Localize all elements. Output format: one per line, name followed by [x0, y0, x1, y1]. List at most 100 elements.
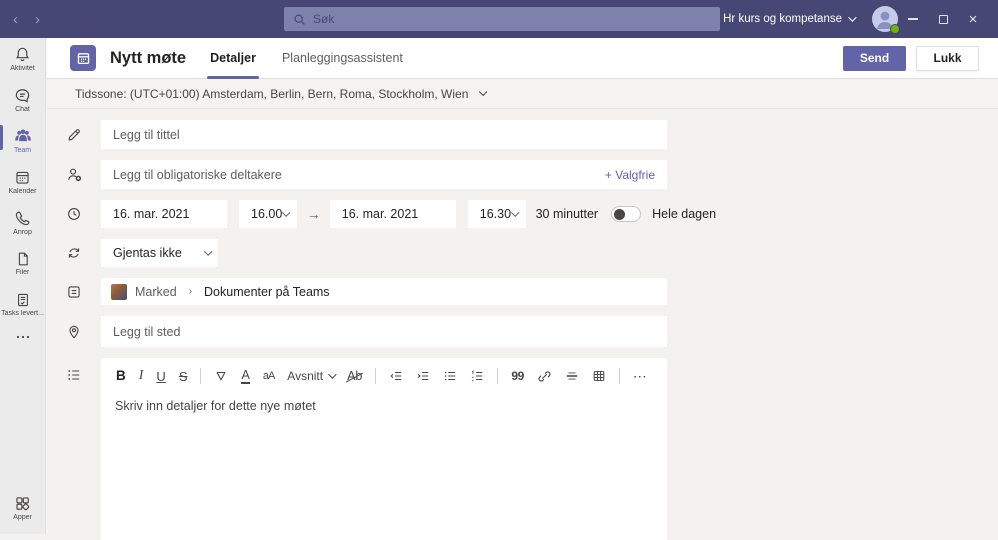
numbered-list-button[interactable]	[470, 369, 484, 383]
toggle-knob	[614, 208, 626, 220]
outdent-button[interactable]	[389, 369, 403, 383]
strikethrough-button[interactable]: S	[179, 370, 188, 383]
chat-bubble-icon	[15, 88, 30, 103]
outdent-icon	[390, 371, 402, 381]
send-button[interactable]: Send	[843, 45, 906, 71]
sidebar-item-teams[interactable]: Team	[0, 120, 46, 161]
minimize-button[interactable]	[898, 0, 928, 38]
minimize-icon	[908, 18, 918, 20]
clock-icon	[47, 200, 101, 228]
optional-attendees-link[interactable]: + Valgfrie	[605, 168, 667, 182]
sidebar-item-label: Anrop	[13, 228, 32, 236]
forward-icon[interactable]: ›	[35, 11, 40, 28]
description-placeholder[interactable]: Skriv inn detaljer for dette nye møtet	[101, 390, 667, 422]
timezone-selector[interactable]: Tidssone: (UTC+01:00) Amsterdam, Berlin,…	[47, 79, 998, 109]
sidebar-item-calls[interactable]: Anrop	[0, 202, 46, 243]
insert-table-button[interactable]	[592, 369, 606, 383]
italic-button[interactable]: I	[139, 369, 144, 383]
apps-grid-icon	[16, 496, 30, 510]
agenda-list-icon	[47, 358, 101, 383]
indent-button[interactable]	[416, 369, 430, 383]
sidebar-more-button[interactable]	[0, 325, 46, 349]
team-avatar	[111, 283, 127, 300]
highlighter-icon	[217, 371, 226, 381]
toolbar-divider	[497, 368, 499, 384]
tab-details[interactable]: Detaljer	[207, 38, 259, 79]
chevron-down-icon	[848, 13, 857, 22]
end-time-select[interactable]: 16.30	[467, 200, 526, 228]
arrow-right-icon: →	[306, 206, 321, 222]
link-button[interactable]	[537, 369, 552, 384]
sidebar-item-label: Aktivitet	[10, 64, 35, 72]
add-person-icon	[47, 160, 101, 189]
bullet-list-icon	[445, 371, 456, 381]
page-title: Nytt møte	[110, 48, 187, 67]
user-avatar[interactable]	[872, 6, 900, 34]
font-color-button[interactable]: A	[241, 368, 250, 384]
channel-row: Marked › Dokumenter på Teams	[47, 278, 998, 305]
people-icon	[14, 129, 31, 142]
org-switcher[interactable]: Hr kurs og kompetanse	[723, 13, 857, 25]
channel-name: Dokumenter på Teams	[204, 284, 330, 299]
close-button[interactable]: Lukk	[916, 45, 979, 71]
back-icon[interactable]: ‹	[13, 11, 18, 28]
tab-scheduling-assistant[interactable]: Planleggingsassistent	[282, 38, 403, 79]
table-icon	[593, 371, 605, 381]
sidebar-item-tasks[interactable]: Tasks levert...	[0, 284, 46, 325]
toolbar-divider	[200, 368, 202, 384]
sidebar-item-activity[interactable]: Aktivitet	[0, 38, 46, 79]
meeting-form: + Valgfrie 16.00 → 16.30	[47, 109, 998, 540]
sidebar-item-label: Filer	[15, 269, 30, 276]
location-row	[47, 316, 998, 347]
chevron-right-icon: ›	[188, 286, 193, 297]
start-time-select[interactable]: 16.00	[239, 200, 297, 228]
sidebar-item-chat[interactable]: Chat	[0, 79, 46, 120]
numbered-list-icon	[472, 370, 483, 382]
font-size-button[interactable]: aA	[263, 370, 276, 382]
recurrence-select[interactable]: Gjentas ikke	[101, 239, 218, 267]
history-nav: ‹ ›	[13, 0, 40, 38]
end-date-input[interactable]	[329, 200, 456, 228]
channel-picker[interactable]: Marked › Dokumenter på Teams	[101, 278, 667, 305]
meeting-form-panel: Nytt møte Detaljer Planleggingsassistent…	[47, 38, 998, 540]
search-input[interactable]: Søk	[284, 7, 720, 31]
sidebar-item-label: Tasks levert...	[1, 310, 44, 317]
toolbar-divider	[618, 368, 620, 384]
sidebar-item-label: Apper	[13, 513, 32, 521]
bell-icon	[16, 47, 29, 61]
meeting-header: Nytt møte Detaljer Planleggingsassistent…	[47, 38, 998, 79]
bullet-list-button[interactable]	[443, 369, 457, 383]
description-row: B I U S A aA Avsnitt Ab 99 ⋯ Skriv inn d…	[47, 358, 998, 540]
underline-button[interactable]: U	[156, 370, 165, 383]
maximize-button[interactable]	[928, 0, 958, 38]
location-input[interactable]	[101, 316, 667, 347]
clear-formatting-button[interactable]: Ab	[347, 370, 362, 383]
bold-button[interactable]: B	[116, 369, 126, 383]
editor-toolbar: B I U S A aA Avsnitt Ab 99 ⋯	[101, 358, 667, 390]
more-formatting-button[interactable]: ⋯	[633, 369, 648, 383]
sidebar-item-files[interactable]: Filer	[0, 243, 46, 284]
phone-icon	[15, 210, 30, 225]
close-window-button[interactable]: ×	[958, 0, 988, 38]
close-icon: ×	[968, 10, 978, 28]
sidebar-item-apps[interactable]: Apper	[0, 487, 46, 528]
timezone-label: Tidssone: (UTC+01:00) Amsterdam, Berlin,…	[75, 86, 469, 101]
quote-button[interactable]: 99	[511, 370, 524, 382]
all-day-toggle[interactable]	[611, 206, 642, 222]
team-name: Marked	[135, 284, 177, 299]
paragraph-style-select[interactable]: Avsnitt	[287, 370, 337, 382]
horizontal-rule-button[interactable]	[565, 369, 579, 383]
title-input[interactable]	[101, 120, 667, 149]
chevron-down-icon	[511, 208, 520, 217]
duration-label: 30 minutter	[535, 207, 599, 221]
description-editor[interactable]: B I U S A aA Avsnitt Ab 99 ⋯ Skriv inn d…	[101, 358, 667, 540]
highlight-button[interactable]	[214, 369, 228, 383]
start-date-input[interactable]	[101, 200, 227, 228]
sidebar-item-label: Kalender	[8, 187, 37, 195]
sidebar-item-calendar[interactable]: Kalender	[0, 161, 46, 202]
calendar-icon	[16, 171, 29, 184]
attendees-input[interactable]	[101, 160, 605, 189]
datetime-row: 16.00 → 16.30 30 minutter Hele dagen	[47, 200, 998, 228]
presence-badge	[890, 24, 900, 34]
indent-icon	[418, 371, 429, 381]
